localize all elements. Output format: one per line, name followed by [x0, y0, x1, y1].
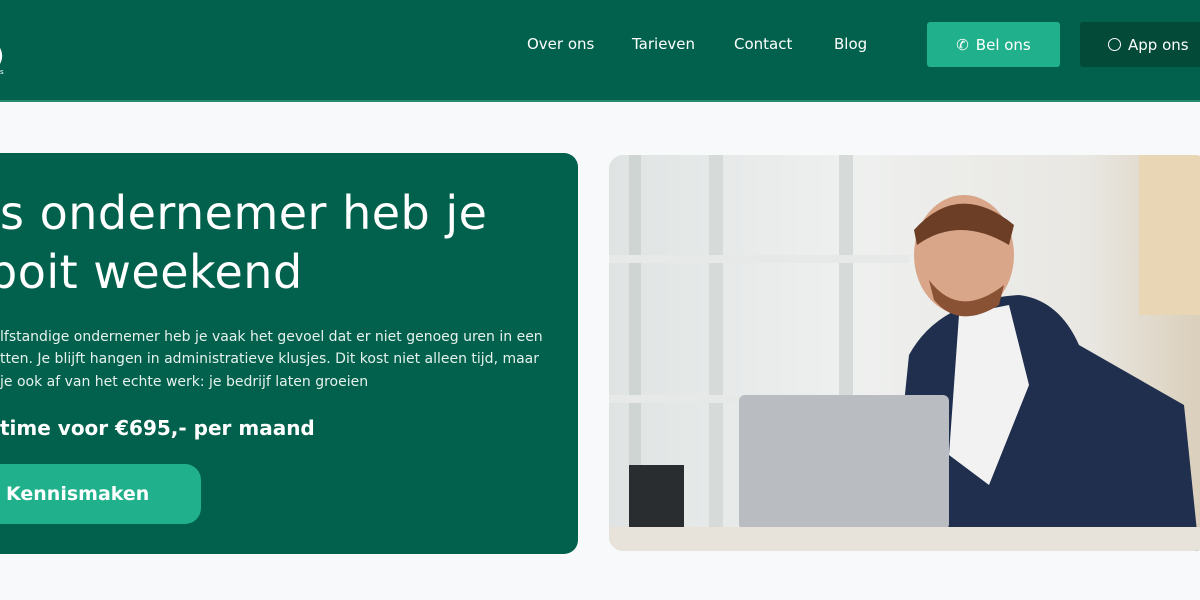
- phone-icon: ✆: [956, 35, 969, 54]
- whatsapp-button[interactable]: App ons: [1080, 22, 1200, 67]
- man-with-headset-laptop-image: [609, 155, 1200, 551]
- kennismaken-button[interactable]: Kennismaken: [0, 464, 201, 524]
- hero-body-line3: je ook af van het echte werk: je bedrijf…: [0, 374, 369, 390]
- call-button[interactable]: ✆ Bel ons: [927, 22, 1060, 67]
- site-header: )s Over ons Tarieven Contact Blog ✆ Bel …: [0, 0, 1200, 102]
- hero-body-line2: tten. Je blijft hangen in administratiev…: [0, 351, 540, 367]
- nav-over-ons[interactable]: Over ons: [527, 35, 594, 53]
- nav-blog[interactable]: Blog: [834, 35, 867, 53]
- hero-title-line1: s ondernemer heb je: [0, 186, 488, 240]
- nav-tarieven[interactable]: Tarieven: [632, 35, 695, 53]
- whatsapp-button-label: App ons: [1128, 35, 1189, 54]
- logo[interactable]: )s: [0, 44, 4, 76]
- nav-contact[interactable]: Contact: [734, 35, 792, 53]
- call-button-label: Bel ons: [975, 35, 1031, 54]
- hero-price: time voor €695,- per maand: [0, 416, 315, 440]
- hero-title-line2: boit weekend: [0, 245, 303, 299]
- hero-photo: [609, 155, 1200, 551]
- hero-body-line1: lfstandige ondernemer heb je vaak het ge…: [0, 329, 543, 345]
- whatsapp-icon: [1108, 38, 1121, 51]
